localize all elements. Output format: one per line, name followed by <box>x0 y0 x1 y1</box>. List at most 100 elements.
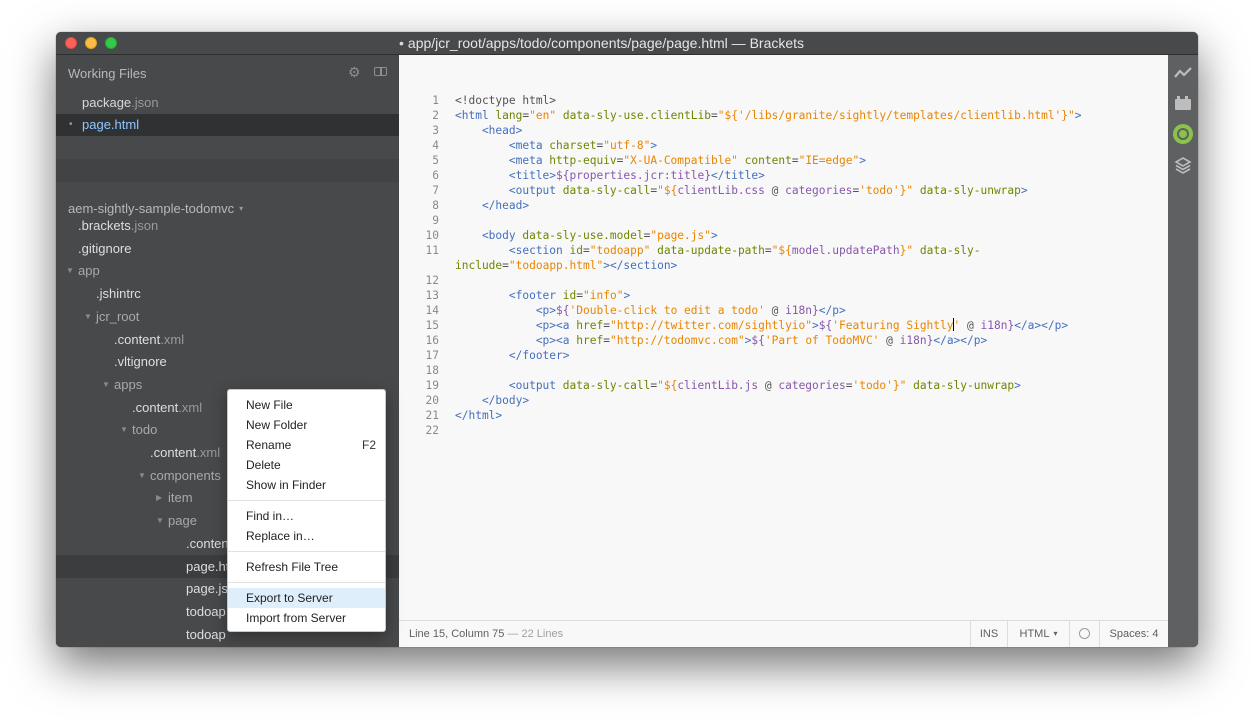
code-token: <html <box>455 109 496 122</box>
chevron-right-icon[interactable]: ▶ <box>156 645 166 647</box>
line-number: 16 <box>425 334 439 347</box>
context-menu-item[interactable]: New File <box>228 395 385 415</box>
file-basename: page.ht <box>186 559 230 574</box>
code-token: lang <box>495 109 523 122</box>
tree-file[interactable]: .gitignore <box>56 237 399 260</box>
aem-sync-icon[interactable] <box>1173 124 1193 144</box>
menu-item-label: Find in… <box>246 509 295 523</box>
file-basename: .content <box>132 400 179 415</box>
tree-item-name: .conten <box>186 532 229 555</box>
code-token: i18n <box>785 304 813 317</box>
code-token: <!doctype html> <box>455 94 557 107</box>
context-menu-item[interactable]: Delete <box>228 455 385 475</box>
file-basename: .gitignore <box>78 241 132 256</box>
minimize-window-button[interactable] <box>85 37 97 49</box>
chevron-down-icon[interactable]: ▼ <box>66 259 76 282</box>
line-number: 18 <box>425 364 439 377</box>
live-preview-icon[interactable] <box>1173 63 1193 83</box>
file-basename: .content <box>114 332 161 347</box>
line-number: 8 <box>432 199 439 212</box>
code-token: > <box>710 229 718 242</box>
close-window-button[interactable] <box>65 37 77 49</box>
context-menu-item[interactable]: Replace in… <box>228 526 385 546</box>
tree-item-name: .jshintrc <box>96 282 141 305</box>
context-menu-item[interactable]: Rename F2 <box>228 435 385 455</box>
code-token: = <box>583 244 590 257</box>
cursor-position[interactable]: Line 15, Column 75 — 22 Lines <box>409 628 563 640</box>
layers-icon[interactable] <box>1173 155 1193 175</box>
code-line: 17 </footer> <box>399 348 1168 363</box>
line-number: 1 <box>432 94 439 107</box>
line-number: 11 <box>425 244 439 257</box>
context-menu-item[interactable]: Refresh File Tree <box>228 557 385 577</box>
chevron-down-icon[interactable]: ▼ <box>156 509 166 532</box>
code-token: charset <box>549 139 597 152</box>
code-editor[interactable]: 1 <!doctype html> 2 <html lang = "en" data-sl… <box>399 55 1168 620</box>
line-number: 4 <box>432 139 439 152</box>
code-token: ></section> <box>603 259 678 272</box>
language-label: HTML <box>1019 628 1050 640</box>
tree-folder[interactable]: ▶utils <box>56 645 399 647</box>
code-token: categories <box>785 184 853 197</box>
context-menu-item[interactable]: Export to Server <box>228 588 385 608</box>
code-token: model.updatePath <box>791 244 900 257</box>
working-file-item[interactable]: • page.html <box>56 114 399 136</box>
file-basename: todoap <box>186 604 226 619</box>
gear-icon[interactable]: ⚙ <box>348 65 362 79</box>
tree-folder[interactable]: ▼ app <box>56 259 399 282</box>
chevron-down-icon[interactable]: ▼ <box>102 373 112 396</box>
tree-file[interactable]: .jshintrc <box>56 282 399 305</box>
chevron-down-icon: ▾ <box>1053 629 1058 638</box>
code-line: 12 <box>399 273 1168 288</box>
chevron-right-icon[interactable]: ▶ <box>156 486 166 509</box>
language-selector[interactable]: HTML ▾ <box>1007 621 1069 647</box>
code-token: data-sly-unwrap <box>913 379 1015 392</box>
tree-file[interactable]: .vltignore <box>56 350 399 373</box>
code-text: <head> <box>455 123 522 138</box>
file-extension: .json <box>130 218 159 233</box>
file-extension: .xml <box>178 400 203 415</box>
context-menu-item[interactable]: Find in… <box>228 506 385 526</box>
code-line: 7 <output data-sly-call="${clientLib.css… <box>399 183 1168 198</box>
insert-mode-toggle[interactable]: INS <box>970 621 1007 647</box>
lint-status-icon <box>1079 628 1090 639</box>
tree-item-name: .gitignore <box>78 237 131 260</box>
code-token: ${ <box>818 319 833 332</box>
code-token: data-sly-use.model <box>522 229 644 242</box>
menu-item-label: Replace in… <box>246 529 315 543</box>
code-line: 9 <box>399 213 1168 228</box>
context-menu-item[interactable]: Import from Server <box>228 608 385 628</box>
context-menu-item[interactable]: New Folder <box>228 415 385 435</box>
code-text: <meta charset="utf-8"> <box>455 138 657 153</box>
line-number: 14 <box>425 304 439 317</box>
chevron-down-icon[interactable]: ▼ <box>138 464 148 487</box>
indent-setting[interactable]: Spaces: 4 <box>1099 621 1168 647</box>
code-text: <section id="todoapp" data-update-path="… <box>455 243 981 258</box>
file-basename: .jshintrc <box>96 286 141 301</box>
linter-status[interactable] <box>1069 621 1099 647</box>
tree-file[interactable]: .brackets.json <box>56 214 399 237</box>
line-number: 13 <box>425 289 439 302</box>
code-token: @ <box>764 184 786 197</box>
split-view-icon[interactable] <box>374 67 387 76</box>
code-text: </head> <box>455 198 529 213</box>
tree-folder[interactable]: ▼ jcr_root <box>56 305 399 328</box>
working-file-item[interactable]: package.json <box>56 92 399 114</box>
code-token: data-sly-unwrap <box>919 184 1021 197</box>
menu-separator <box>228 551 385 552</box>
code-token: <meta <box>455 154 550 167</box>
chevron-down-icon[interactable]: ▼ <box>120 418 130 441</box>
code-text: <p><a href="http://todomvc.com">${'Part … <box>455 333 987 348</box>
code-token: <meta <box>455 139 550 152</box>
extension-manager-icon[interactable] <box>1173 93 1193 113</box>
tree-file[interactable]: .content.xml <box>56 328 399 351</box>
file-extension: .xml <box>160 332 185 347</box>
code-token: }" <box>899 184 914 197</box>
chevron-down-icon[interactable]: ▼ <box>84 305 94 328</box>
maximize-window-button[interactable] <box>105 37 117 49</box>
code-token: "${ <box>657 184 678 197</box>
code-token: }" <box>892 379 907 392</box>
context-menu-item[interactable]: Show in Finder <box>228 475 385 495</box>
file-extension: .html <box>110 117 140 132</box>
